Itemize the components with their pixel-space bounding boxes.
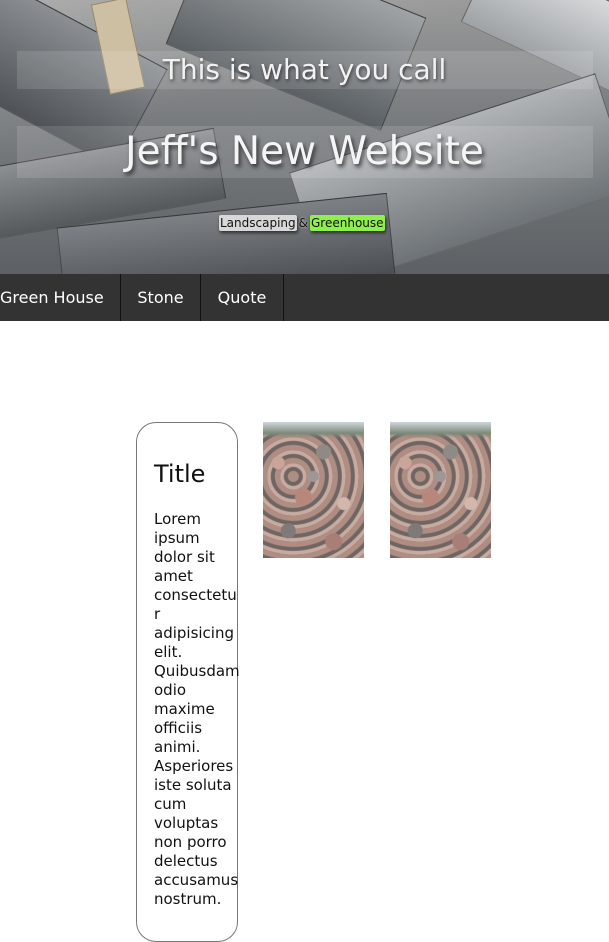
nav-item-stone[interactable]: Stone (121, 274, 201, 321)
content-card: Title Lorem ipsum dolor sit amet consect… (136, 422, 240, 942)
hero-subtitle: This is what you call (162, 53, 447, 86)
site-title: Jeff's New Website (125, 129, 484, 174)
tag-greenhouse: Greenhouse (310, 215, 385, 231)
nav-item-green-house[interactable]: Green House (0, 274, 121, 321)
tag-separator: & (298, 216, 308, 230)
tagline: Landscaping & Greenhouse (219, 215, 385, 231)
tag-landscaping: Landscaping (219, 215, 297, 231)
stone-field-photo (390, 422, 491, 558)
card-title: Title (154, 460, 206, 488)
hero-banner: This is what you call Jeff's New Website… (0, 0, 609, 274)
stone-pile-photo (263, 422, 364, 558)
card-body: Lorem ipsum dolor sit amet consectetur a… (154, 510, 240, 908)
main-nav: Green House Stone Quote (0, 274, 609, 321)
nav-item-quote[interactable]: Quote (201, 274, 284, 321)
